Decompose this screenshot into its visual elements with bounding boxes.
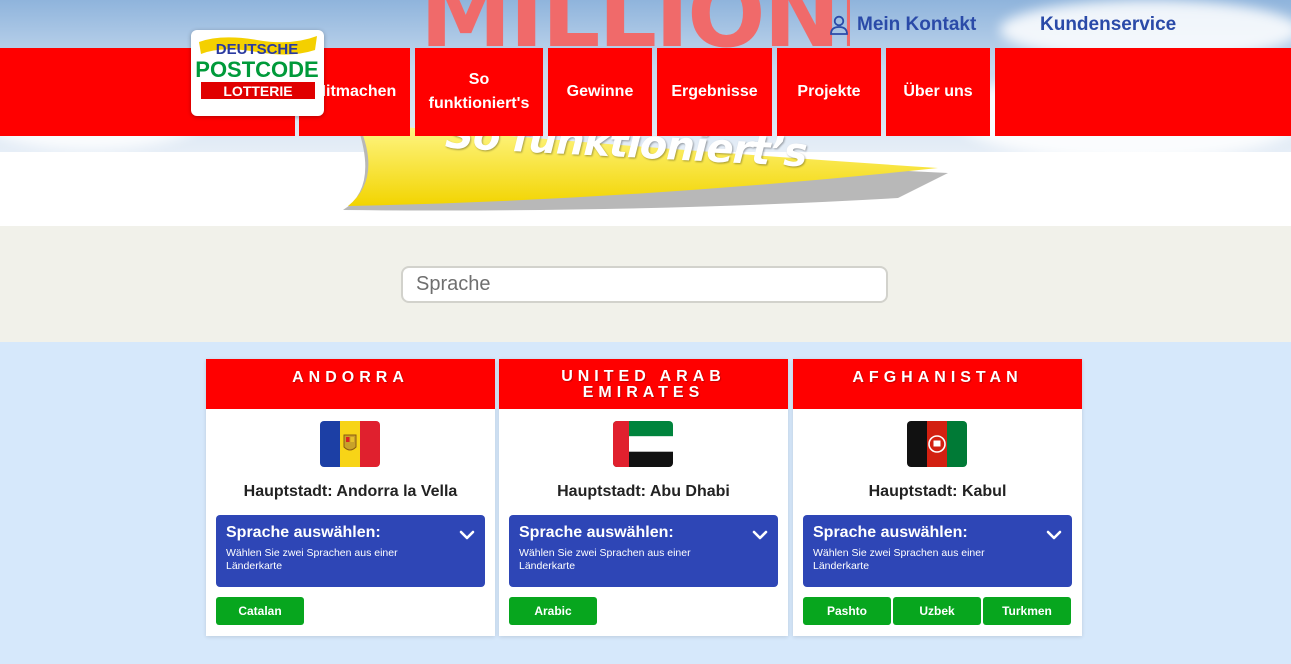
chevron-down-icon [459, 530, 475, 540]
country-name: ANDORRA [206, 359, 495, 409]
language-buttons: Pashto Uzbek Turkmen [803, 597, 1071, 625]
language-select-title: Sprache auswählen: [519, 524, 674, 541]
language-select-dropdown[interactable]: Sprache auswählen: Wählen Sie zwei Sprac… [509, 515, 778, 587]
nav-item-projekte[interactable]: Projekte [777, 48, 881, 136]
country-card-afghanistan: AFGHANISTAN Hauptstadt: Kabul Sprache au… [793, 359, 1082, 636]
language-select-hint: Wählen Sie zwei Sprachen aus einer Lände… [519, 547, 691, 572]
country-card-andorra: ANDORRA Hauptstadt: Andorra la Vella Spr… [206, 359, 495, 636]
language-button-arabic[interactable]: Arabic [509, 597, 597, 625]
capital-label: Hauptstadt: Andorra la Vella [243, 483, 458, 500]
mein-kontakt-link[interactable]: Mein Kontakt [829, 14, 976, 36]
logo-image: DEUTSCHE POSTCODE LOTTERIE [195, 36, 319, 99]
capital-label: Hauptstadt: Kabul [868, 483, 1007, 500]
country-card-united-arab-emirates: UNITED ARAB EMIRATES Hauptstadt: Abu Dha… [499, 359, 788, 636]
nav-item-ueber-uns[interactable]: Über uns [886, 48, 990, 136]
language-select-dropdown[interactable]: Sprache auswählen: Wählen Sie zwei Sprac… [803, 515, 1072, 587]
nav-spacer-right [995, 48, 1291, 136]
language-select-title: Sprache auswählen: [226, 524, 381, 541]
nav-item-gewinne[interactable]: Gewinne [548, 48, 652, 136]
chevron-down-icon [752, 530, 768, 540]
language-button-pashto[interactable]: Pashto [803, 597, 891, 625]
andorra-flag-icon [320, 421, 380, 467]
afghanistan-flag-icon [907, 421, 967, 467]
user-icon [830, 15, 848, 35]
language-search-input[interactable] [401, 266, 888, 303]
nav-item-so-funktionierts[interactable]: So funktioniert's [415, 48, 543, 136]
language-button-catalan[interactable]: Catalan [216, 597, 304, 625]
uae-flag-icon [613, 421, 673, 467]
svg-text:POSTCODE: POSTCODE [195, 57, 318, 82]
postcode-lotterie-logo[interactable]: DEUTSCHE POSTCODE LOTTERIE [191, 30, 324, 116]
language-select-title: Sprache auswählen: [813, 524, 968, 541]
capital-label: Hauptstadt: Abu Dhabi [557, 483, 730, 500]
language-button-uzbek[interactable]: Uzbek [893, 597, 981, 625]
search-section [0, 226, 1291, 342]
chevron-down-icon [1046, 530, 1062, 540]
svg-text:DEUTSCHE: DEUTSCHE [216, 41, 299, 58]
nav-item-ergebnisse[interactable]: Ergebnisse [657, 48, 772, 136]
kundenservice-link[interactable]: Kundenservice [1040, 14, 1176, 36]
language-select-hint: Wählen Sie zwei Sprachen aus einer Lände… [226, 547, 398, 572]
language-select-dropdown[interactable]: Sprache auswählen: Wählen Sie zwei Sprac… [216, 515, 485, 587]
language-buttons: Arabic [509, 597, 597, 625]
country-name: AFGHANISTAN [793, 359, 1082, 409]
country-name: UNITED ARAB EMIRATES [499, 359, 788, 409]
svg-text:LOTTERIE: LOTTERIE [223, 83, 292, 99]
language-select-hint: Wählen Sie zwei Sprachen aus einer Lände… [813, 547, 985, 572]
mein-kontakt-label: Mein Kontakt [857, 14, 977, 35]
language-button-turkmen[interactable]: Turkmen [983, 597, 1071, 625]
language-buttons: Catalan [216, 597, 304, 625]
